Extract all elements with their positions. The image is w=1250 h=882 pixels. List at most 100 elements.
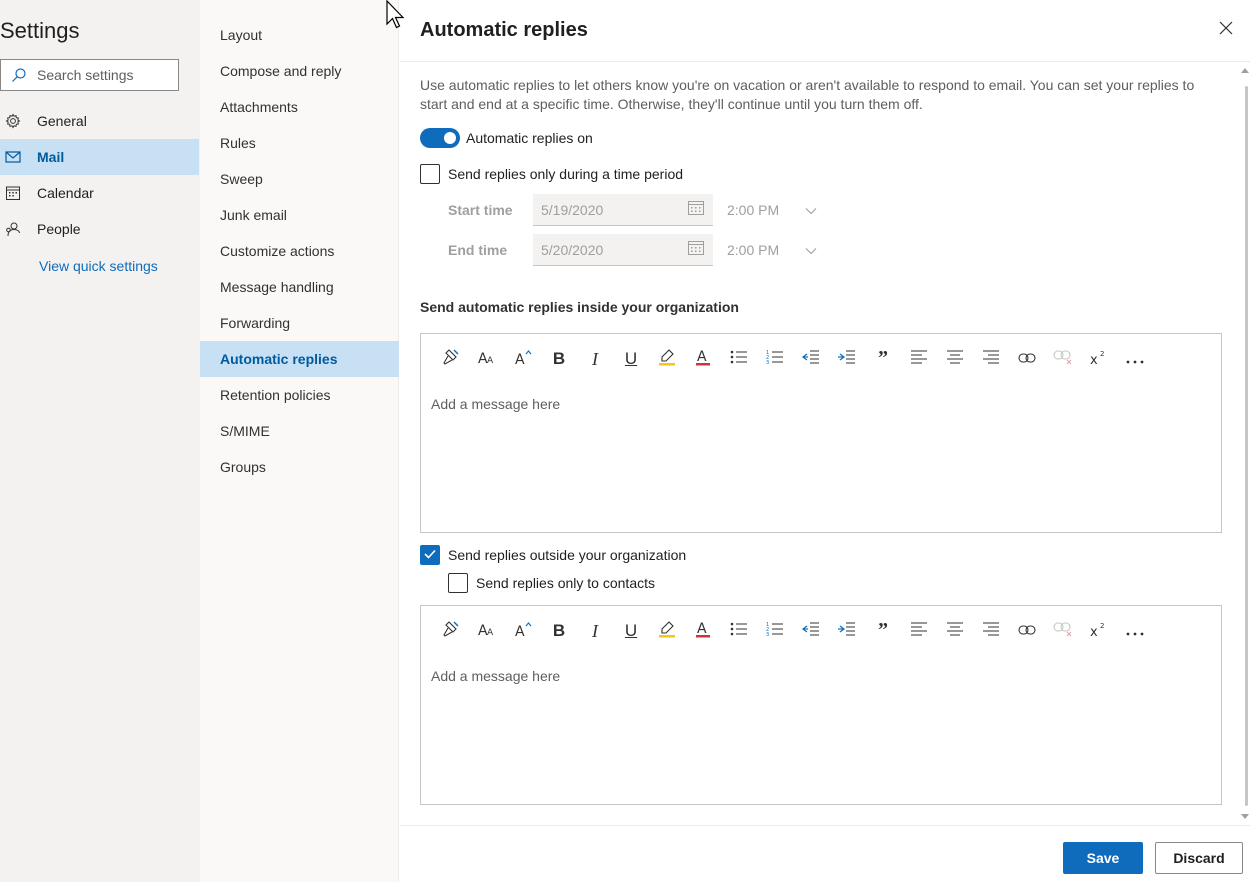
more-options-button[interactable] — [1117, 346, 1153, 372]
quote-button[interactable]: ” — [865, 346, 901, 372]
link-button[interactable] — [1009, 346, 1045, 372]
subnav-item-automatic-replies[interactable]: Automatic replies — [200, 341, 399, 377]
link-button[interactable] — [1009, 618, 1045, 644]
calendar-icon — [687, 200, 705, 219]
bold-button[interactable]: B — [541, 618, 577, 644]
search-settings-box[interactable] — [0, 59, 179, 91]
font-size-button[interactable]: AA — [469, 618, 505, 644]
scroll-down-arrow-icon[interactable] — [1240, 812, 1250, 820]
message-placeholder[interactable]: Add a message here — [431, 396, 560, 412]
subnav-item-layout[interactable]: Layout — [200, 17, 399, 53]
more-options-button[interactable] — [1117, 618, 1153, 644]
font-size-button[interactable]: AA — [469, 346, 505, 372]
underline-button[interactable]: U — [613, 618, 649, 644]
automatic-replies-toggle[interactable] — [420, 128, 460, 148]
remove-link-button[interactable] — [1045, 346, 1081, 372]
nav-item-calendar[interactable]: Calendar — [0, 175, 199, 211]
superscript-button[interactable]: x2 — [1081, 618, 1117, 644]
italic-button[interactable]: I — [577, 346, 613, 372]
panel-scrollbar[interactable] — [1240, 62, 1250, 825]
end-time-dropdown[interactable]: 2:00 PM — [727, 242, 817, 258]
font-color-button[interactable]: A — [685, 346, 721, 372]
remove-link-button[interactable] — [1045, 618, 1081, 644]
subnav-item-smime[interactable]: S/MIME — [200, 413, 399, 449]
nav-item-general[interactable]: General — [0, 103, 199, 139]
subnav-item-retention-policies[interactable]: Retention policies — [200, 377, 399, 413]
save-button[interactable]: Save — [1063, 842, 1143, 874]
outside-org-checkbox[interactable] — [420, 545, 440, 565]
subnav-item-rules[interactable]: Rules — [200, 125, 399, 161]
start-date-field[interactable]: 5/19/2020 — [533, 194, 713, 226]
search-input[interactable] — [37, 67, 177, 83]
subnav-item-message-handling[interactable]: Message handling — [200, 269, 399, 305]
align-left-icon — [910, 621, 928, 641]
subnav-item-forwarding[interactable]: Forwarding — [200, 305, 399, 341]
subnav-item-sweep[interactable]: Sweep — [200, 161, 399, 197]
highlight-button[interactable] — [649, 618, 685, 644]
contacts-only-checkbox[interactable] — [448, 573, 468, 593]
increase-indent-button[interactable] — [829, 346, 865, 372]
quote-icon: ” — [878, 347, 888, 369]
highlight-button[interactable] — [649, 346, 685, 372]
grow-font-button[interactable]: A — [505, 346, 541, 372]
grow-font-button[interactable]: A — [505, 618, 541, 644]
message-placeholder[interactable]: Add a message here — [431, 668, 560, 684]
nav-item-label: Calendar — [37, 185, 94, 201]
numbering-button[interactable]: 123 — [757, 346, 793, 372]
mail-icon — [0, 150, 37, 164]
underline-button[interactable]: U — [613, 346, 649, 372]
format-painter-icon — [442, 620, 460, 643]
close-button[interactable] — [1218, 20, 1238, 40]
bullets-button[interactable] — [721, 346, 757, 372]
nav-item-people[interactable]: People — [0, 211, 199, 247]
numbering-button[interactable]: 123 — [757, 618, 793, 644]
decrease-indent-button[interactable] — [793, 618, 829, 644]
inside-org-message-editor[interactable]: A A A B I U A 1 2 3” x 2 Add a message here — [420, 333, 1222, 533]
font-color-icon: A — [695, 620, 711, 643]
editor-toolbar: A A A B I U A 1 2 3” x 2 — [433, 346, 1153, 372]
svg-text:x: x — [1090, 353, 1098, 365]
underline-icon: U — [624, 621, 638, 640]
align-center-button[interactable] — [937, 618, 973, 644]
italic-button[interactable]: I — [577, 618, 613, 644]
font-color-button[interactable]: A — [685, 618, 721, 644]
nav-item-mail[interactable]: Mail — [0, 139, 199, 175]
end-date-field[interactable]: 5/20/2020 — [533, 234, 713, 266]
align-left-button[interactable] — [901, 618, 937, 644]
automatic-replies-toggle-row: Automatic replies on — [420, 128, 593, 148]
intro-text: Use automatic replies to let others know… — [420, 77, 1195, 112]
superscript-button[interactable]: x2 — [1081, 346, 1117, 372]
subnav-item-junk-email[interactable]: Junk email — [200, 197, 399, 233]
discard-button[interactable]: Discard — [1155, 842, 1243, 874]
view-quick-settings-link[interactable]: View quick settings — [39, 258, 158, 274]
align-left-icon — [910, 349, 928, 369]
align-right-button[interactable] — [973, 346, 1009, 372]
bold-button[interactable]: B — [541, 346, 577, 372]
outside-org-message-editor[interactable]: A A A B I U A 1 2 3” x 2 Add a message here — [420, 605, 1222, 805]
align-left-button[interactable] — [901, 346, 937, 372]
align-right-button[interactable] — [973, 618, 1009, 644]
scroll-thumb[interactable] — [1245, 86, 1248, 806]
quote-button[interactable]: ” — [865, 618, 901, 644]
start-time-dropdown[interactable]: 2:00 PM — [727, 202, 817, 218]
subnav-item-attachments[interactable]: Attachments — [200, 89, 399, 125]
nav-item-label: General — [37, 113, 87, 129]
subnav-item-customize-actions[interactable]: Customize actions — [200, 233, 399, 269]
subnav-item-compose-and-reply[interactable]: Compose and reply — [200, 53, 399, 89]
increase-indent-button[interactable] — [829, 618, 865, 644]
mail-settings-subnav: Layout Compose and reply Attachments Rul… — [200, 0, 399, 882]
time-period-checkbox[interactable] — [420, 164, 440, 184]
format-painter-button[interactable] — [433, 618, 469, 644]
format-painter-button[interactable] — [433, 346, 469, 372]
inside-org-heading: Send automatic replies inside your organ… — [420, 299, 739, 315]
subnav-item-groups[interactable]: Groups — [200, 449, 399, 485]
start-time-row: Start time 5/19/2020 2:00 PM — [448, 194, 817, 226]
decrease-indent-icon — [802, 621, 820, 641]
align-center-button[interactable] — [937, 346, 973, 372]
decrease-indent-button[interactable] — [793, 346, 829, 372]
start-date-value: 5/19/2020 — [541, 201, 604, 218]
scroll-up-arrow-icon[interactable] — [1240, 66, 1250, 74]
align-right-icon — [982, 349, 1000, 369]
bullets-button[interactable] — [721, 618, 757, 644]
link-icon — [1018, 621, 1036, 641]
